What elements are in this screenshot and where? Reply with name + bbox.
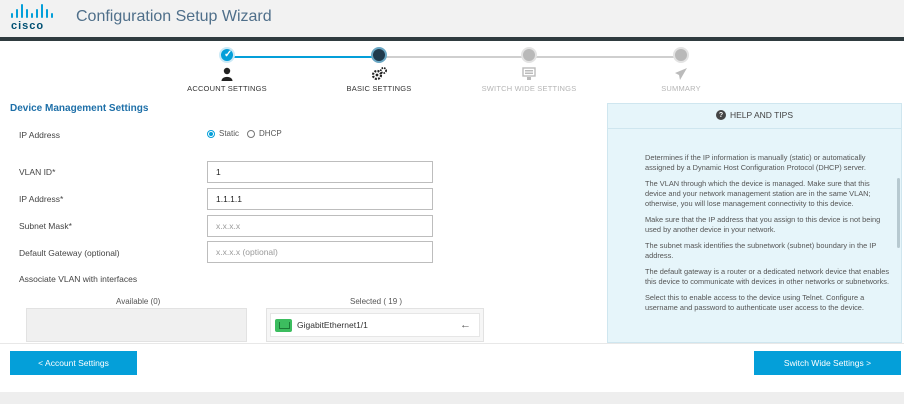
scrollbar-thumb[interactable] bbox=[897, 178, 900, 248]
available-list-header: Available (0) bbox=[116, 297, 161, 306]
page-title: Configuration Setup Wizard bbox=[76, 8, 272, 25]
wizard-step-switch-wide-settings[interactable]: SWITCH WIDE SETTINGS bbox=[469, 47, 589, 93]
arrow-left-icon[interactable]: ← bbox=[460, 319, 471, 331]
help-tip-vlan: The VLAN through which the device is man… bbox=[645, 179, 871, 208]
ip-address-input[interactable] bbox=[207, 188, 433, 210]
help-panel: ? HELP AND TIPS Determines if the IP inf… bbox=[607, 103, 902, 343]
help-tip-ip-mode: Determines if the IP information is manu… bbox=[645, 153, 866, 172]
step-pending-marker bbox=[521, 47, 537, 63]
help-tip-gateway: The default gateway is a router or a ded… bbox=[645, 267, 890, 286]
help-panel-title: ? HELP AND TIPS bbox=[608, 110, 901, 120]
user-icon bbox=[167, 67, 287, 81]
associate-vlan-label: Associate VLAN with interfaces bbox=[19, 274, 138, 284]
available-interfaces-list[interactable] bbox=[26, 308, 247, 342]
step-label: SUMMARY bbox=[661, 84, 701, 93]
help-divider bbox=[608, 128, 901, 129]
next-button[interactable]: Switch Wide Settings > bbox=[754, 351, 901, 375]
list-item[interactable]: GigabitEthernet1/1 ← bbox=[270, 313, 480, 337]
interface-name: GigabitEthernet1/1 bbox=[297, 320, 368, 330]
wizard-step-account-settings[interactable]: ✓ ACCOUNT SETTINGS bbox=[167, 47, 287, 93]
check-icon: ✓ bbox=[224, 49, 233, 60]
default-gateway-label: Default Gateway (optional) bbox=[19, 248, 120, 258]
wizard-step-basic-settings[interactable]: BASIC SETTINGS bbox=[319, 47, 439, 93]
selected-list-header: Selected ( 19 ) bbox=[350, 297, 403, 306]
help-tip-telnet: Select this to enable access to the devi… bbox=[645, 293, 865, 312]
ip-mode-radio-group: Static DHCP bbox=[207, 129, 282, 138]
switch-icon bbox=[469, 67, 589, 81]
radio-static-label: Static bbox=[219, 129, 240, 138]
help-title-text: HELP AND TIPS bbox=[730, 110, 793, 120]
vlan-id-label: VLAN ID* bbox=[19, 167, 56, 177]
step-current-marker bbox=[371, 47, 387, 63]
step-label: SWITCH WIDE SETTINGS bbox=[481, 84, 577, 93]
selected-interfaces-list[interactable]: GigabitEthernet1/1 ← bbox=[266, 308, 484, 342]
app-header: cisco Configuration Setup Wizard bbox=[0, 0, 904, 37]
subnet-mask-input[interactable] bbox=[207, 215, 433, 237]
cisco-logo: cisco bbox=[11, 4, 63, 34]
wizard-page: cisco Configuration Setup Wizard ✓ ACCOU… bbox=[0, 0, 904, 404]
ip-address-label: IP Address* bbox=[19, 194, 64, 204]
send-icon bbox=[621, 67, 741, 81]
step-pending-marker bbox=[673, 47, 689, 63]
wizard-progress: ✓ ACCOUNT SETTINGS BASIC SETTINGS SWITCH… bbox=[0, 41, 904, 95]
help-tip-ip-address: Make sure that the IP address that you a… bbox=[645, 215, 881, 234]
radio-static[interactable] bbox=[207, 129, 215, 138]
help-scrollbar[interactable] bbox=[896, 128, 900, 342]
cisco-logo-text: cisco bbox=[11, 20, 45, 32]
step-complete-marker: ✓ bbox=[219, 47, 235, 63]
ip-address-mode-label: IP Address bbox=[19, 130, 60, 140]
question-icon: ? bbox=[716, 110, 726, 120]
vlan-id-input[interactable] bbox=[207, 161, 433, 183]
help-tips: Determines if the IP information is manu… bbox=[645, 153, 891, 319]
default-gateway-input[interactable] bbox=[207, 241, 433, 263]
step-label: ACCOUNT SETTINGS bbox=[187, 84, 267, 93]
gears-icon bbox=[319, 67, 439, 81]
subnet-mask-label: Subnet Mask* bbox=[19, 221, 72, 231]
wizard-footer: < Account Settings Switch Wide Settings … bbox=[0, 343, 904, 385]
help-tip-subnet: The subnet mask identifies the subnetwor… bbox=[645, 241, 877, 260]
radio-dhcp-label: DHCP bbox=[259, 129, 282, 138]
radio-dhcp[interactable] bbox=[247, 129, 256, 138]
bottom-strip bbox=[0, 392, 904, 404]
step-label: BASIC SETTINGS bbox=[346, 84, 412, 93]
previous-button[interactable]: < Account Settings bbox=[10, 351, 137, 375]
section-title: Device Management Settings bbox=[10, 103, 149, 114]
ethernet-port-icon bbox=[275, 318, 292, 332]
cisco-logo-bars-icon bbox=[11, 4, 63, 18]
wizard-step-summary[interactable]: SUMMARY bbox=[621, 47, 741, 93]
